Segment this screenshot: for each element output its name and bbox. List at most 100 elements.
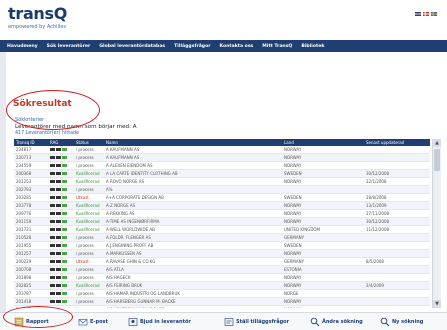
cell-supplier-name[interactable]: A-WELL WORLDWIDE AB (106, 227, 284, 232)
table-row[interactable]: 234559 i process A ALEXEN EIENDOM AS NORWAY (14, 162, 430, 170)
table-row[interactable]: 209776 Kvalificerad A-REKKING AS NORWAY 27/1… (14, 210, 430, 218)
cell-country: NORWAY (284, 275, 302, 280)
rag-bar-icon (56, 268, 61, 271)
nav-item[interactable]: Bibliotek (301, 44, 324, 49)
nav-item[interactable]: Global leverantördatabas (99, 44, 165, 49)
scroll-down-arrow-icon[interactable]: ▼ (433, 300, 441, 308)
table-row[interactable]: 200368 Kvalificerad A LA CARTE IDENTITY CL… (14, 170, 430, 178)
table-row[interactable]: 200708 i process A/S ATLA ESTONIA (14, 266, 430, 274)
col-header-rag[interactable]: RAG (50, 140, 76, 145)
cell-supplier-name[interactable]: A KAUFMANN AS (106, 147, 284, 152)
cell-supplier-name[interactable]: A/S HAGECK (106, 275, 284, 280)
cell-supplier-name[interactable]: A.MARKUSSEN AS (106, 251, 284, 256)
cell-id[interactable]: 201955 (14, 243, 50, 248)
cell-id[interactable]: 201418 (14, 299, 50, 304)
cell-id[interactable]: 201257 (14, 251, 50, 256)
cell-id[interactable]: 203778 (14, 203, 50, 208)
flag-no-icon[interactable] (423, 12, 429, 16)
cell-country: NORGE (284, 291, 299, 296)
table-row[interactable]: 203965i processA/S KONTORKUNNSKAP RABENO… (14, 306, 430, 308)
table-row[interactable]: 230713 i process A KAUFMANN AS NORWAY (14, 154, 430, 162)
cell-status: i process (76, 147, 94, 152)
flag-se-icon[interactable] (431, 12, 437, 16)
cell-id[interactable]: 202793 (14, 187, 50, 192)
rag-bar-icon (50, 260, 55, 263)
nav-item[interactable]: Kontakta oss (220, 44, 254, 49)
invite-supplier-button[interactable]: Bjud in leverantör (128, 316, 191, 328)
cell-supplier-name[interactable]: A/S FEIRING BRUK (106, 283, 284, 288)
scroll-thumb[interactable] (434, 149, 440, 171)
cell-id[interactable]: 200708 (14, 267, 50, 272)
cell-supplier-name[interactable]: A KAUFMANN AS (106, 155, 284, 160)
cell-id[interactable]: 201253 (14, 179, 50, 184)
edit-search-button[interactable]: Ändra sökning (310, 316, 363, 328)
cell-id[interactable]: 201898 (14, 275, 50, 280)
cell-supplier-name[interactable]: A/S HAMAR INDUSTRI OG LANDBRUK (106, 291, 284, 296)
language-selector[interactable] (415, 12, 437, 16)
nav-item[interactable]: Sök leverantörer (47, 44, 91, 49)
cell-supplier-name[interactable]: A.RAVASE GHIN & CO.KG (106, 259, 284, 264)
table-row[interactable]: 201257 i process A.MARKUSSEN AS NORWAY (14, 250, 430, 258)
cell-status: Kvalificerad (76, 179, 100, 184)
ask-questions-button[interactable]: Ställ tilläggsfrågor (224, 316, 289, 328)
cell-supplier-name[interactable]: A.FOLDR. FLENGER AS (106, 235, 284, 240)
rag-bar-icon (50, 212, 55, 215)
cell-id[interactable]: 202825 (14, 283, 50, 288)
cell-supplier-name[interactable]: A/S HARSBERG GUNNAR M. BACKE (106, 299, 284, 304)
nav-item[interactable]: Tilläggsfrågor (174, 44, 210, 49)
app-logo[interactable]: transQ (8, 4, 67, 23)
cell-supplier-name[interactable]: A ROVO NORGE AS (106, 179, 284, 184)
table-row[interactable]: 202793 i process A% (14, 186, 430, 194)
cell-supplier-name[interactable]: A LA CARTE IDENTITY CLOTHING AB (106, 171, 284, 176)
table-row[interactable]: 201418 i process A/S HARSBERG GUNNAR M. BA… (14, 298, 430, 306)
rag-bar-icon (62, 236, 67, 239)
cell-supplier-name[interactable]: A ALEXEN EIENDOM AS (106, 163, 284, 168)
cell-id[interactable]: 234817 (14, 147, 50, 152)
cell-id[interactable]: 234559 (14, 163, 50, 168)
cell-id[interactable]: 209776 (14, 211, 50, 216)
table-row[interactable]: 210528 i process A.FOLDR. FLENGER AS GERMAN… (14, 234, 430, 242)
cell-id[interactable]: 230713 (14, 155, 50, 160)
cell-supplier-name[interactable]: A/S ATLA (106, 267, 284, 272)
table-row[interactable]: 201955 i process A.J.ENGINING PROFF AB SWED… (14, 242, 430, 250)
col-header-id[interactable]: Transq ID (14, 140, 50, 145)
cell-supplier-name[interactable]: A-REKKING AS (106, 211, 284, 216)
cell-id[interactable]: 200368 (14, 171, 50, 176)
table-row[interactable]: 201721 Kvalificerad A-WELL WORLDWIDE AB UNI… (14, 226, 430, 234)
col-header-status[interactable]: Status (76, 140, 106, 145)
table-row[interactable]: 201159 Kvalificerad A-TIME AS INGENIØRFIRM… (14, 218, 430, 226)
col-header-country[interactable]: Land (284, 140, 366, 145)
table-row[interactable]: 201253 Kvalificerad A ROVO NORGE AS NORWAY 2… (14, 178, 430, 186)
flag-uk-icon[interactable] (415, 12, 421, 16)
scroll-up-arrow-icon[interactable]: ▲ (433, 139, 441, 147)
cell-rag-indicator (50, 164, 76, 167)
table-scrollbar[interactable]: ▲ ▼ (432, 139, 441, 308)
cell-id[interactable]: 210528 (14, 235, 50, 240)
cell-supplier-name[interactable]: A-TIME AS INGENIØRFIRMA (106, 219, 284, 224)
email-button[interactable]: E-post (78, 316, 108, 328)
cell-supplier-name[interactable]: A-Z NORGE AS (106, 203, 284, 208)
table-row[interactable]: 234817 i process A KAUFMANN AS NORWAY (14, 146, 430, 154)
cell-id[interactable]: 203787 (14, 291, 50, 296)
table-row[interactable]: 203285 Utkast A+A CORPORATE DESIGN AB SWEDE… (14, 194, 430, 202)
cell-id[interactable]: 201159 (14, 219, 50, 224)
app-tagline: empowered by Achilles (8, 24, 66, 30)
new-search-button[interactable]: Ny sökning (380, 316, 423, 328)
nav-item[interactable]: Havudmeny (7, 44, 38, 49)
table-row[interactable]: 203778 Kvalificerad A-Z NORGE AS NORWAY 13/1… (14, 202, 430, 210)
cell-country: NORWAY (284, 299, 302, 304)
table-row[interactable]: 201898 i process A/S HAGECK NORWAY (14, 274, 430, 282)
table-row[interactable]: 202825 Kvalificerad A/S FEIRING BRUK NORWAY… (14, 282, 430, 290)
table-row[interactable]: 200229 Utkast A.RAVASE GHIN & CO.KG GERMANY… (14, 258, 430, 266)
nav-item[interactable]: Mitt TransQ (262, 44, 292, 49)
cell-id[interactable]: 200229 (14, 259, 50, 264)
cell-supplier-name[interactable]: A/S KONTORKUNNSKAP RABE (106, 307, 284, 308)
table-row[interactable]: 203787 i process A/S HAMAR INDUSTRI OG LAN… (14, 290, 430, 298)
cell-supplier-name[interactable]: A.J.ENGINING PROFF AB (106, 243, 284, 248)
cell-supplier-name[interactable]: A% (106, 187, 284, 192)
cell-id[interactable]: 201721 (14, 227, 50, 232)
col-header-name[interactable]: Namn (106, 140, 284, 145)
col-header-updated[interactable]: Senast uppdaterad (366, 140, 426, 145)
cell-id[interactable]: 203285 (14, 195, 50, 200)
cell-supplier-name[interactable]: A+A CORPORATE DESIGN AB (106, 195, 284, 200)
